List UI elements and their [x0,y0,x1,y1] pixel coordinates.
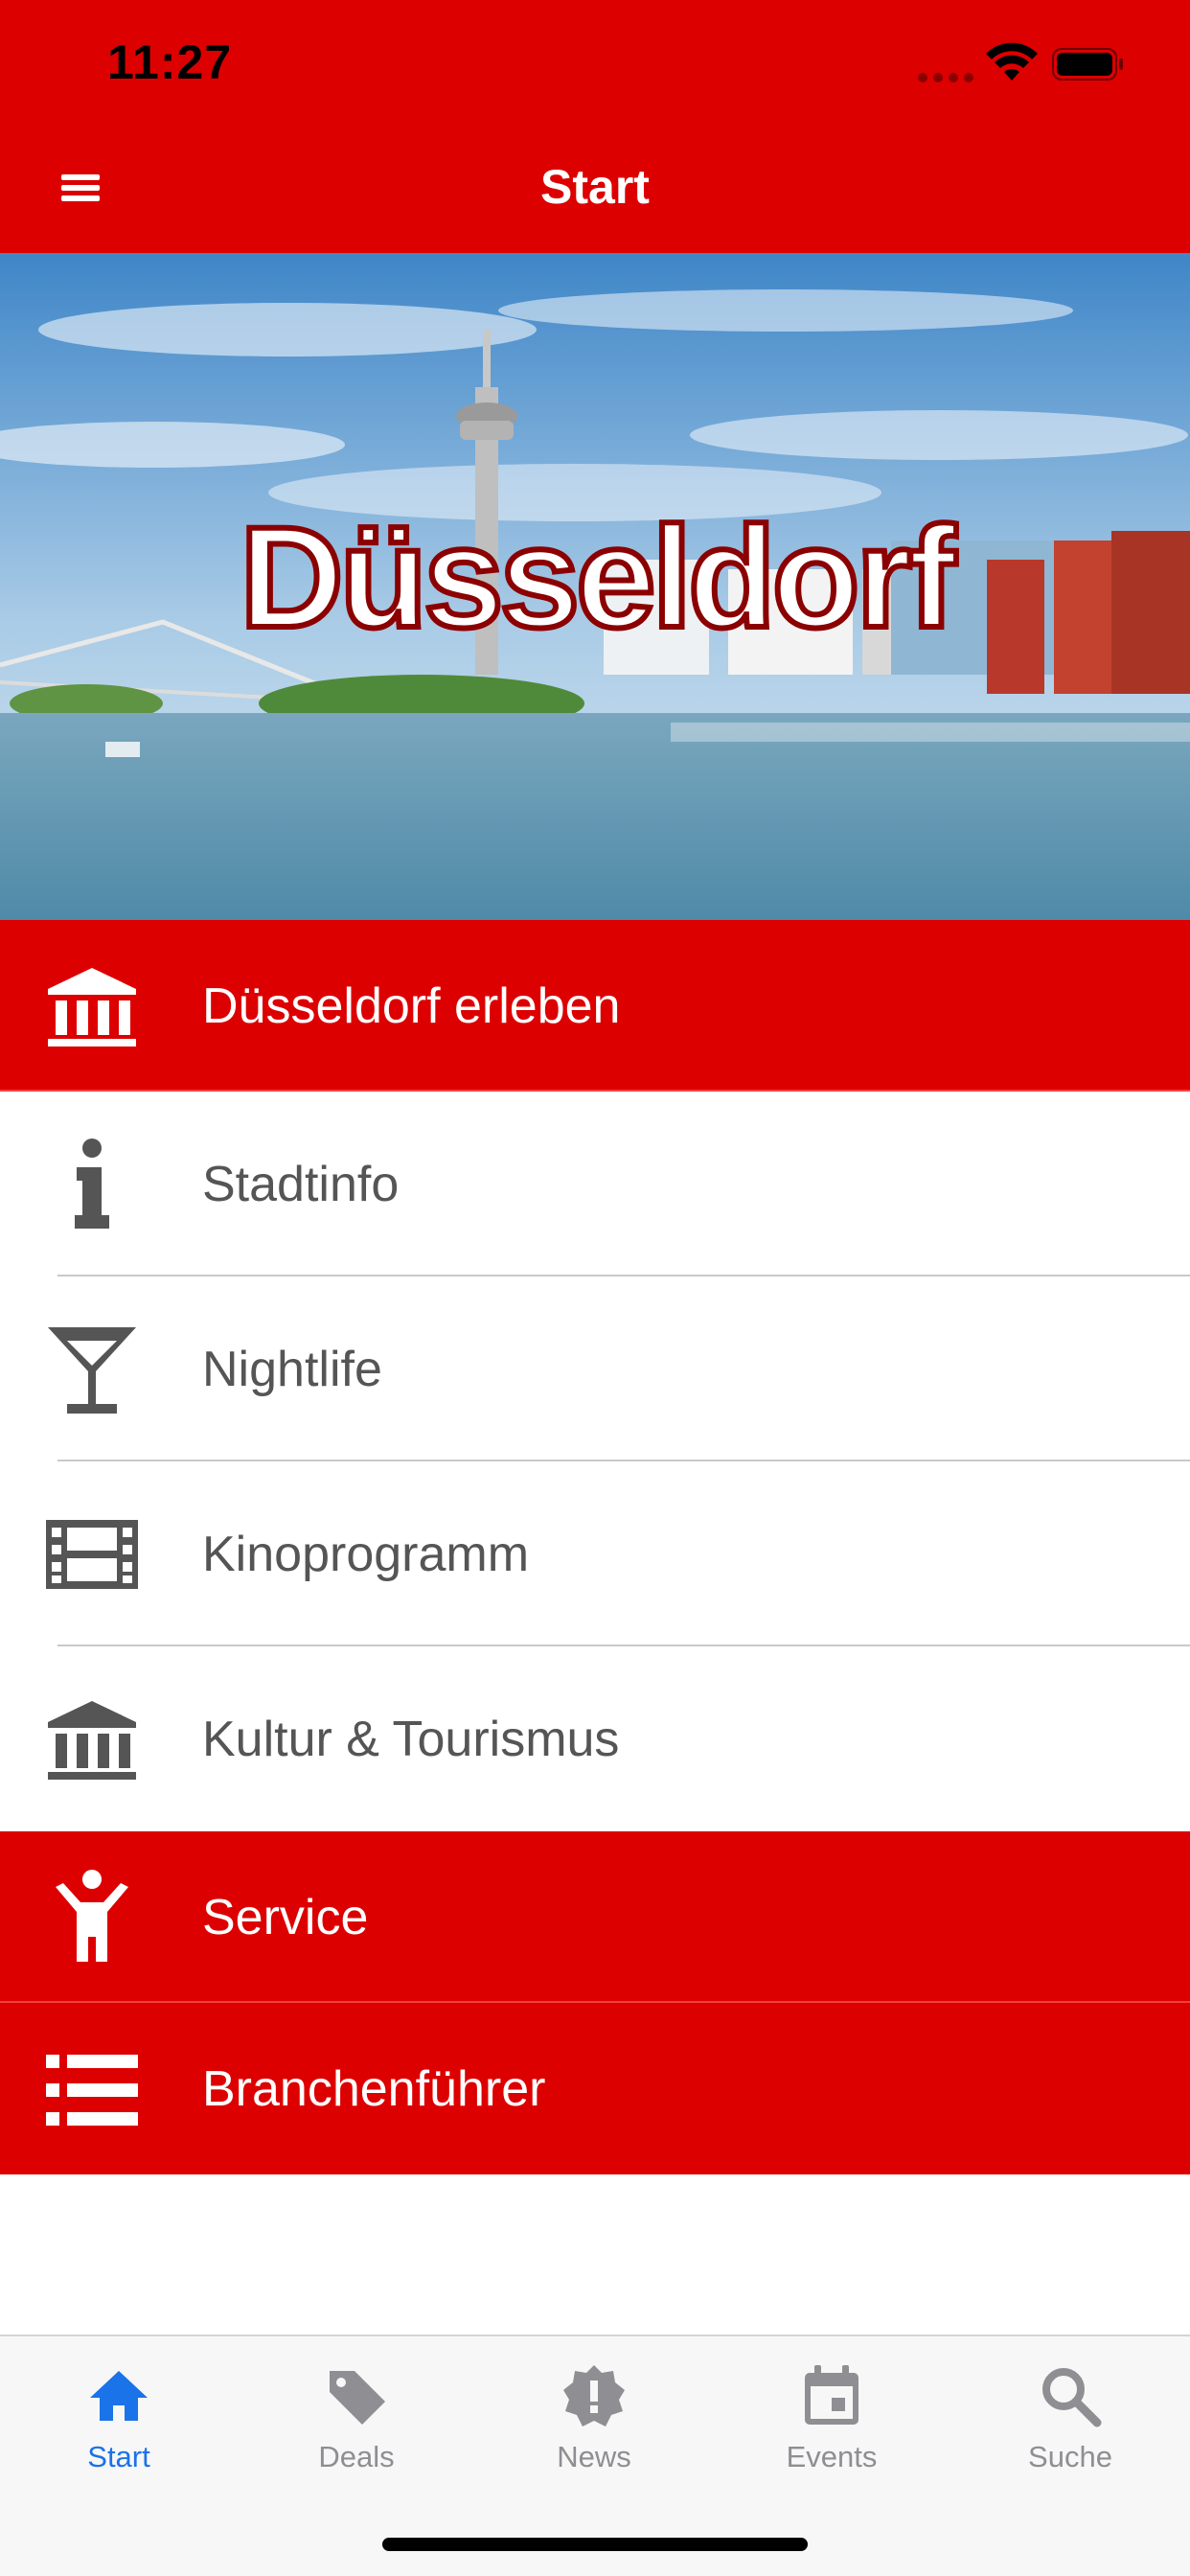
info-icon [75,1138,109,1229]
menu-item-duesseldorf-erleben[interactable]: Düsseldorf erleben [0,920,1190,1092]
list-icon [46,2054,138,2126]
menu-item-label: Kultur & Tourismus [202,1711,620,1767]
cocktail-glass-icon [48,1326,136,1414]
tab-start[interactable]: Start [0,2361,238,2486]
cellular-signal-icon [918,73,973,82]
tab-news[interactable]: News [475,2361,713,2486]
menu-item-label: Nightlife [202,1341,382,1397]
tab-suche[interactable]: Suche [950,2361,1190,2486]
search-icon [1042,2368,1102,2427]
menu-item-label: Service [202,1889,369,1945]
menu-item-branchenfuehrer[interactable]: Branchenführer [0,2003,1190,2174]
city-skyline-illustration: Düsseldorf [0,253,1190,920]
tag-icon [330,2371,385,2425]
menu-item-label: Kinoprogramm [202,1526,530,1582]
menu-item-label: Düsseldorf erleben [202,978,621,1034]
menu-item-service[interactable]: Service [0,1831,1190,2003]
menu-item-label: Stadtinfo [202,1156,400,1212]
museum-icon [48,1700,136,1780]
menu-item-kinoprogramm[interactable]: Kinoprogramm [0,1461,1190,1646]
battery-icon [1052,48,1123,80]
tab-label: Start [87,2440,150,2473]
top-bar: 11:27 Start [0,0,1190,253]
menu-item-stadtinfo[interactable]: Stadtinfo [0,1092,1190,1276]
film-strip-icon [46,1519,138,1589]
home-indicator [382,2538,808,2551]
person-icon [56,1869,128,1962]
tab-label: Deals [318,2440,395,2473]
menu-item-kultur-tourismus[interactable]: Kultur & Tourismus [0,1646,1190,1831]
tab-label: Suche [1028,2440,1112,2473]
alert-badge-icon [563,2365,625,2426]
tab-label: Events [786,2440,878,2473]
hero-logo-text: Düsseldorf [240,496,957,657]
tab-events[interactable]: Events [713,2361,950,2486]
tab-deals[interactable]: Deals [238,2361,475,2486]
page-title: Start [540,160,650,214]
menu-item-nightlife[interactable]: Nightlife [0,1276,1190,1461]
calendar-icon [805,2365,858,2425]
wifi-icon [986,42,1038,80]
museum-icon [48,967,136,1046]
tab-label: News [557,2440,631,2473]
main-menu: Düsseldorf erleben Stadtinfo Nightlife K… [0,920,1190,2174]
home-icon [90,2371,148,2421]
status-time: 11:27 [107,35,233,89]
menu-item-label: Branchenführer [202,2060,546,2117]
hero-banner: Düsseldorf [0,253,1190,920]
